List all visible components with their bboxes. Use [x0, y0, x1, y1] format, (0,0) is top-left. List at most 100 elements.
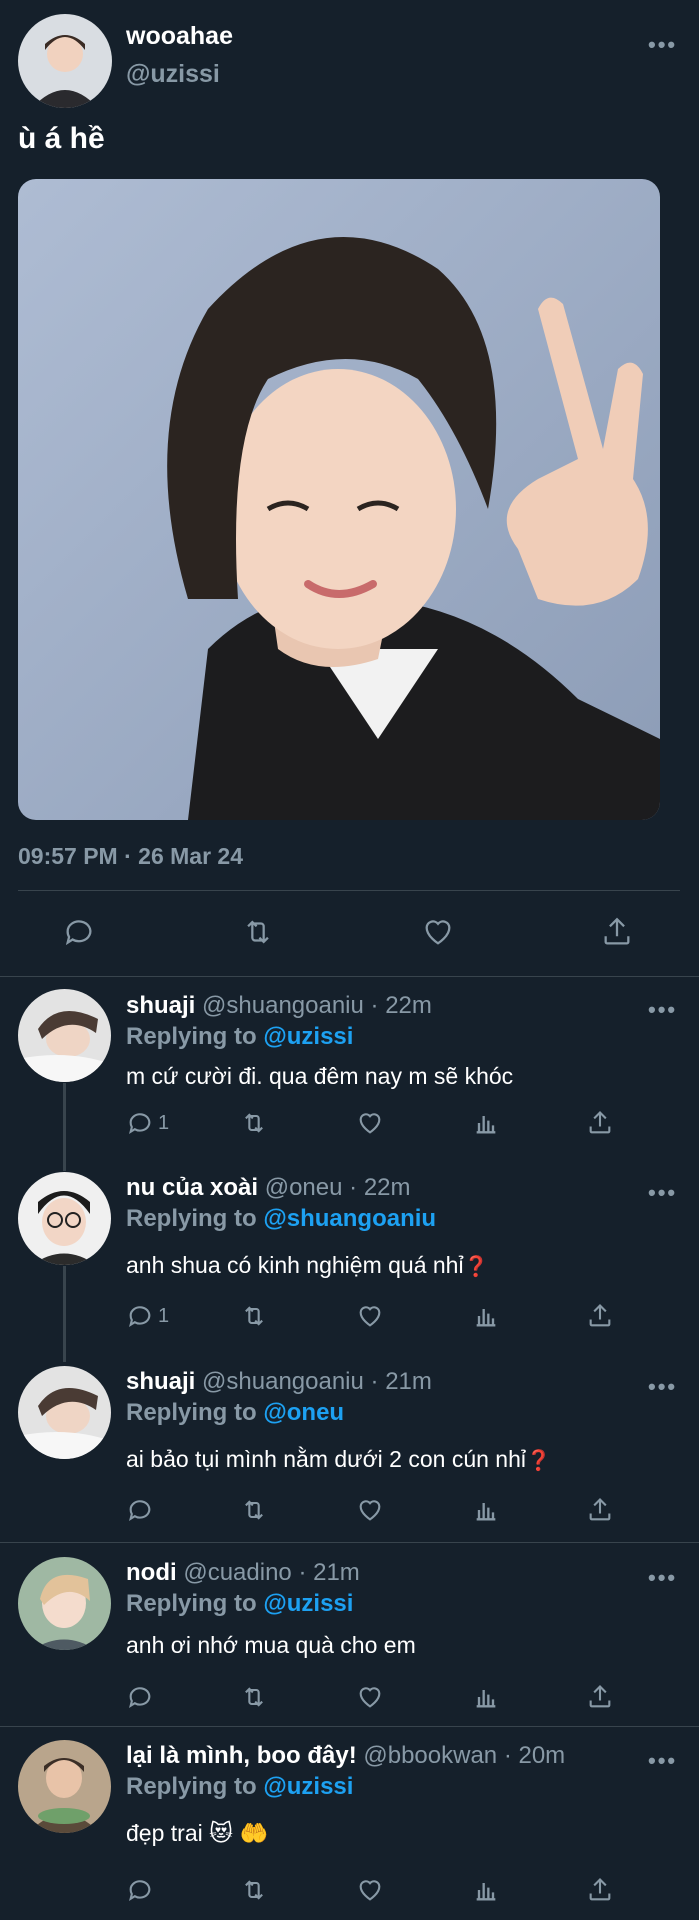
- section-divider: [0, 1726, 699, 1727]
- retweet-icon[interactable]: [238, 1302, 270, 1330]
- reply-icon[interactable]: [126, 1876, 154, 1904]
- reply-avatar[interactable]: [18, 1557, 111, 1650]
- reply-time: · 21m: [298, 1559, 360, 1586]
- replying-prefix: Replying to: [126, 1205, 257, 1232]
- like-icon[interactable]: [356, 1109, 384, 1137]
- retweet-icon[interactable]: [240, 915, 276, 949]
- author-avatar[interactable]: [18, 14, 112, 108]
- share-icon[interactable]: [586, 1109, 614, 1137]
- reply-author-handle[interactable]: @shuangoaniu: [202, 992, 364, 1019]
- reply-item[interactable]: lại là mình, boo đây! @bbookwan · 20m ••…: [0, 1736, 699, 1920]
- replying-prefix: Replying to: [126, 1773, 257, 1800]
- reply-header: shuaji @shuangoaniu · 21m: [126, 1368, 432, 1396]
- more-icon[interactable]: •••: [648, 999, 677, 1021]
- replying-to: Replying to @uzissi: [126, 1773, 353, 1801]
- reply-author-handle[interactable]: @cuadino: [183, 1559, 291, 1586]
- like-icon[interactable]: [356, 1876, 384, 1904]
- reply-icon[interactable]: [126, 1683, 154, 1711]
- share-icon[interactable]: [586, 1302, 614, 1330]
- reply-count: 1: [158, 1111, 170, 1134]
- analytics-icon[interactable]: [472, 1109, 500, 1137]
- reply-icon[interactable]: [126, 1496, 154, 1524]
- reply-icon[interactable]: [62, 915, 96, 949]
- replying-prefix: Replying to: [126, 1023, 257, 1050]
- reply-avatar[interactable]: [18, 1366, 111, 1459]
- reply-body: ai bảo tụi mình nằm dưới 2 con cún nhỉ: [126, 1446, 526, 1472]
- reply-text: anh shua có kinh nghiệm quá nhỉ❓: [126, 1252, 488, 1279]
- reply-icon[interactable]: 1: [126, 1302, 169, 1330]
- analytics-icon[interactable]: [472, 1683, 500, 1711]
- retweet-icon[interactable]: [238, 1683, 270, 1711]
- replying-mention[interactable]: @oneu: [263, 1399, 344, 1426]
- reply-header: shuaji @shuangoaniu · 22m: [126, 992, 432, 1020]
- reply-item[interactable]: shuaji @shuangoaniu · 22m ••• Replying t…: [0, 985, 699, 1173]
- share-icon[interactable]: [600, 915, 634, 949]
- replying-to: Replying to @uzissi: [126, 1023, 353, 1051]
- question-mark-emoji: ❓: [463, 1256, 489, 1278]
- replying-mention[interactable]: @uzissi: [263, 1023, 353, 1050]
- like-icon[interactable]: [421, 915, 455, 949]
- reply-author-name[interactable]: lại là mình, boo đây!: [126, 1742, 357, 1769]
- reply-item[interactable]: shuaji @shuangoaniu · 21m ••• Replying t…: [0, 1362, 699, 1538]
- reply-author-handle[interactable]: @oneu: [265, 1174, 343, 1201]
- retweet-icon[interactable]: [238, 1876, 270, 1904]
- more-icon[interactable]: •••: [648, 1750, 677, 1772]
- reply-time: · 21m: [370, 1368, 432, 1395]
- more-icon[interactable]: •••: [648, 1376, 677, 1398]
- reply-text: đẹp trai 😻 🤲: [126, 1820, 268, 1847]
- reply-avatar[interactable]: [18, 1172, 111, 1265]
- more-icon[interactable]: •••: [648, 1567, 677, 1589]
- retweet-icon[interactable]: [238, 1496, 270, 1524]
- tweet-photo[interactable]: [18, 179, 660, 820]
- retweet-icon[interactable]: [238, 1109, 270, 1137]
- share-icon[interactable]: [586, 1876, 614, 1904]
- more-icon[interactable]: •••: [648, 34, 677, 56]
- reply-text: anh ơi nhớ mua quà cho em: [126, 1632, 416, 1659]
- reply-item[interactable]: nodi @cuadino · 21m ••• Replying to @uzi…: [0, 1553, 699, 1723]
- reply-body: m cứ cười đi. qua đêm nay m sẽ khóc: [126, 1063, 514, 1089]
- tweet-text: ù á hề: [18, 122, 105, 155]
- replying-mention[interactable]: @shuangoaniu: [263, 1205, 436, 1232]
- replying-to: Replying to @oneu: [126, 1399, 344, 1427]
- reply-author-name[interactable]: nu của xoài: [126, 1174, 258, 1201]
- reply-avatar[interactable]: [18, 989, 111, 1082]
- replying-mention[interactable]: @uzissi: [263, 1773, 353, 1800]
- reply-header: nodi @cuadino · 21m: [126, 1559, 360, 1587]
- reply-body: đẹp trai 😻 🤲: [126, 1820, 269, 1846]
- replying-mention[interactable]: @uzissi: [263, 1590, 353, 1617]
- analytics-icon[interactable]: [472, 1876, 500, 1904]
- reply-body: anh ơi nhớ mua quà cho em: [126, 1632, 416, 1658]
- tweet-timestamp[interactable]: 09:57 PM · 26 Mar 24: [18, 843, 243, 870]
- replying-to: Replying to @uzissi: [126, 1590, 353, 1618]
- reply-item[interactable]: nu của xoài @oneu · 22m ••• Replying to …: [0, 1168, 699, 1358]
- reply-author-handle[interactable]: @shuangoaniu: [202, 1368, 364, 1395]
- author-handle[interactable]: @uzissi: [126, 60, 220, 89]
- reply-icon[interactable]: 1: [126, 1109, 169, 1137]
- reply-header: nu của xoài @oneu · 22m: [126, 1174, 411, 1202]
- analytics-icon[interactable]: [472, 1496, 500, 1524]
- reply-author-name[interactable]: shuaji: [126, 1368, 195, 1395]
- question-mark-emoji: ❓: [525, 1450, 551, 1472]
- analytics-icon[interactable]: [472, 1302, 500, 1330]
- reply-text: ai bảo tụi mình nằm dưới 2 con cún nhỉ❓: [126, 1446, 551, 1473]
- reply-count: 1: [158, 1304, 170, 1327]
- share-icon[interactable]: [586, 1496, 614, 1524]
- reply-avatar[interactable]: [18, 1740, 111, 1833]
- timestamp-divider: [18, 890, 680, 891]
- reply-author-name[interactable]: shuaji: [126, 992, 195, 1019]
- share-icon[interactable]: [586, 1683, 614, 1711]
- like-icon[interactable]: [356, 1496, 384, 1524]
- replying-prefix: Replying to: [126, 1399, 257, 1426]
- reply-text: m cứ cười đi. qua đêm nay m sẽ khóc: [126, 1063, 513, 1090]
- author-display-name[interactable]: wooahae: [126, 22, 233, 51]
- more-icon[interactable]: •••: [648, 1182, 677, 1204]
- reply-author-handle[interactable]: @bbookwan: [363, 1742, 497, 1769]
- reply-author-name[interactable]: nodi: [126, 1559, 177, 1586]
- replying-to: Replying to @shuangoaniu: [126, 1205, 436, 1233]
- replying-prefix: Replying to: [126, 1590, 257, 1617]
- like-icon[interactable]: [356, 1302, 384, 1330]
- reply-header: lại là mình, boo đây! @bbookwan · 20m: [126, 1742, 565, 1770]
- reply-time: · 22m: [370, 992, 432, 1019]
- reply-time: · 20m: [503, 1742, 566, 1769]
- like-icon[interactable]: [356, 1683, 384, 1711]
